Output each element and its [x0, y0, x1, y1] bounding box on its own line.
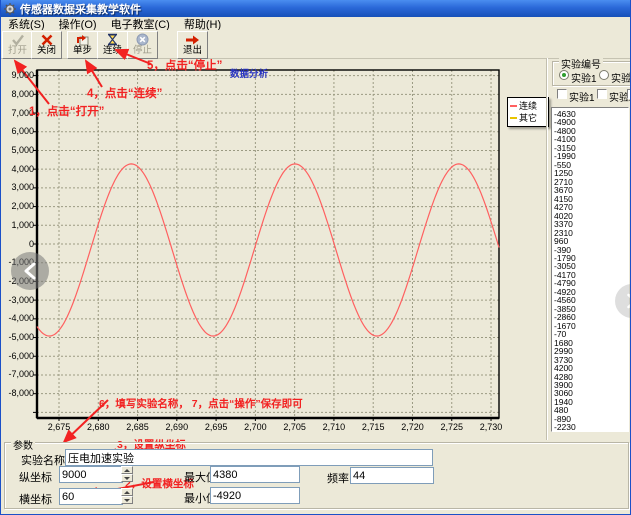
spinner-down-icon[interactable]: [121, 474, 133, 482]
frequency-input[interactable]: [350, 467, 434, 484]
y-axis-label: -7,000: [1, 370, 34, 379]
toolbar-button-label: 关闭: [37, 46, 56, 56]
continuous-button[interactable]: 连续: [97, 31, 128, 59]
annotation-step5: 5，点击“停止”: [147, 57, 222, 73]
y-axis-label: 6,000: [1, 127, 34, 136]
min-value-input[interactable]: [210, 487, 300, 504]
window-title: 传感器数据采集教学软件: [20, 1, 141, 17]
radio-dot: [562, 73, 566, 77]
y-axis-label: 2,000: [1, 202, 34, 211]
y-axis-label: 4,000: [1, 165, 34, 174]
y-axis-label: 3,000: [1, 183, 34, 192]
x-axis-label: 2,690: [162, 422, 192, 432]
x-axis-label: 2,730: [476, 422, 506, 432]
spinner-up-icon[interactable]: [121, 488, 133, 496]
sample-value-list[interactable]: -4630-4900-4800-4100-3150-1990-550125027…: [551, 107, 629, 432]
step-button[interactable]: 单步: [67, 31, 98, 59]
toolbar-button-label: 连续: [103, 46, 122, 56]
toolbar: 打开关闭 单步 连续 停止 退出: [1, 30, 631, 59]
title-bar: 传感器数据采集教学软件: [1, 0, 631, 17]
toolbar-button-label: 单步: [73, 46, 92, 56]
y-axis-label: 0: [1, 240, 34, 249]
y-coordinate-label: 纵坐标: [19, 469, 52, 485]
checkbox-label: 实验1: [569, 89, 595, 104]
stop-button: 停止: [127, 31, 158, 59]
y-coordinate-spinner[interactable]: [121, 466, 133, 483]
close-button[interactable]: 关闭: [31, 31, 62, 59]
y-axis-label: -5,000: [1, 333, 34, 342]
x-axis-label: 2,680: [83, 422, 113, 432]
x-coordinate-label: 横坐标: [19, 491, 52, 507]
menu-bar: 系统(S) 操作(O) 电子教室(C) 帮助(H): [1, 17, 631, 31]
legend-swatch-yellow: [510, 117, 517, 119]
y-axis-label: 1,000: [1, 221, 34, 230]
max-value-input[interactable]: [210, 466, 300, 483]
frequency-label: 频率: [327, 470, 349, 486]
experiment-radio-1[interactable]: [559, 70, 569, 80]
gear-icon: [4, 3, 16, 15]
chart-legend: 连续 其它: [507, 97, 549, 127]
x-axis-label: 2,705: [280, 422, 310, 432]
spinner-down-icon[interactable]: [121, 496, 133, 504]
y-axis-label: -4,000: [1, 314, 34, 323]
y-axis-label: 9,000: [1, 71, 34, 80]
radio-label: 实验2: [611, 70, 631, 85]
x-axis-label: 2,685: [123, 422, 153, 432]
exit-button[interactable]: 退出: [177, 31, 208, 59]
toolbar-button-label: 停止: [133, 46, 152, 56]
toolbar-button-label: 退出: [183, 46, 202, 56]
annotation-step1: 1，点击“打开”: [29, 103, 104, 119]
plot-border: [37, 70, 499, 418]
radio-label: 实验1: [571, 70, 597, 85]
legend-swatch-red: [510, 105, 517, 107]
y-axis-label: -3,000: [1, 296, 34, 305]
x-axis-label: 2,725: [437, 422, 467, 432]
x-axis-label: 2,715: [358, 422, 388, 432]
x-axis-label: 2,675: [44, 422, 74, 432]
nav-previous-icon[interactable]: [11, 252, 49, 290]
params-group-title: 参数: [11, 437, 35, 452]
x-axis-label: 2,695: [201, 422, 231, 432]
annotation-step6-7: 6，填写实验名称， 7，点击“操作”保存即可: [99, 396, 303, 411]
x-axis-label: 2,720: [397, 422, 427, 432]
legend-item-continuous: 连续: [510, 100, 546, 112]
y-axis-label: 5,000: [1, 146, 34, 155]
y-axis-label: -6,000: [1, 352, 34, 361]
experiment-number-title: 实验编号: [559, 56, 603, 71]
experiment-checkbox-2[interactable]: [597, 89, 607, 99]
x-coordinate-spinner[interactable]: [121, 488, 133, 505]
list-item[interactable]: -2230: [554, 423, 628, 431]
legend-label: 其它: [519, 112, 537, 124]
annotation-data-analysis: 数据分析: [230, 66, 268, 80]
x-axis-label: 2,710: [319, 422, 349, 432]
experiment-name-input[interactable]: [65, 449, 433, 466]
toolbar-button-label: 打开: [8, 46, 27, 56]
annotation-step4: 4，点击“连续”: [87, 85, 162, 101]
legend-label: 连续: [519, 100, 537, 112]
application-window: 传感器数据采集教学软件 系统(S) 操作(O) 电子教室(C) 帮助(H) 打开…: [0, 0, 631, 515]
x-axis-label: 2,700: [240, 422, 270, 432]
waveform-line: [37, 164, 499, 336]
annotation-arrow: [86, 61, 102, 87]
x-coordinate-input[interactable]: [59, 488, 123, 505]
chart-canvas: [1, 0, 631, 515]
experiment-checkbox-3[interactable]: [627, 89, 631, 99]
y-axis-label: 8,000: [1, 90, 34, 99]
y-axis-label: -8,000: [1, 389, 34, 398]
panel-divider: [546, 58, 548, 440]
legend-item-other: 其它: [510, 112, 546, 124]
experiment-radio-2[interactable]: [599, 70, 609, 80]
y-coordinate-input[interactable]: [59, 466, 123, 483]
spinner-up-icon[interactable]: [121, 466, 133, 474]
open-button: 打开: [2, 31, 33, 59]
experiment-checkbox-1[interactable]: [557, 89, 567, 99]
